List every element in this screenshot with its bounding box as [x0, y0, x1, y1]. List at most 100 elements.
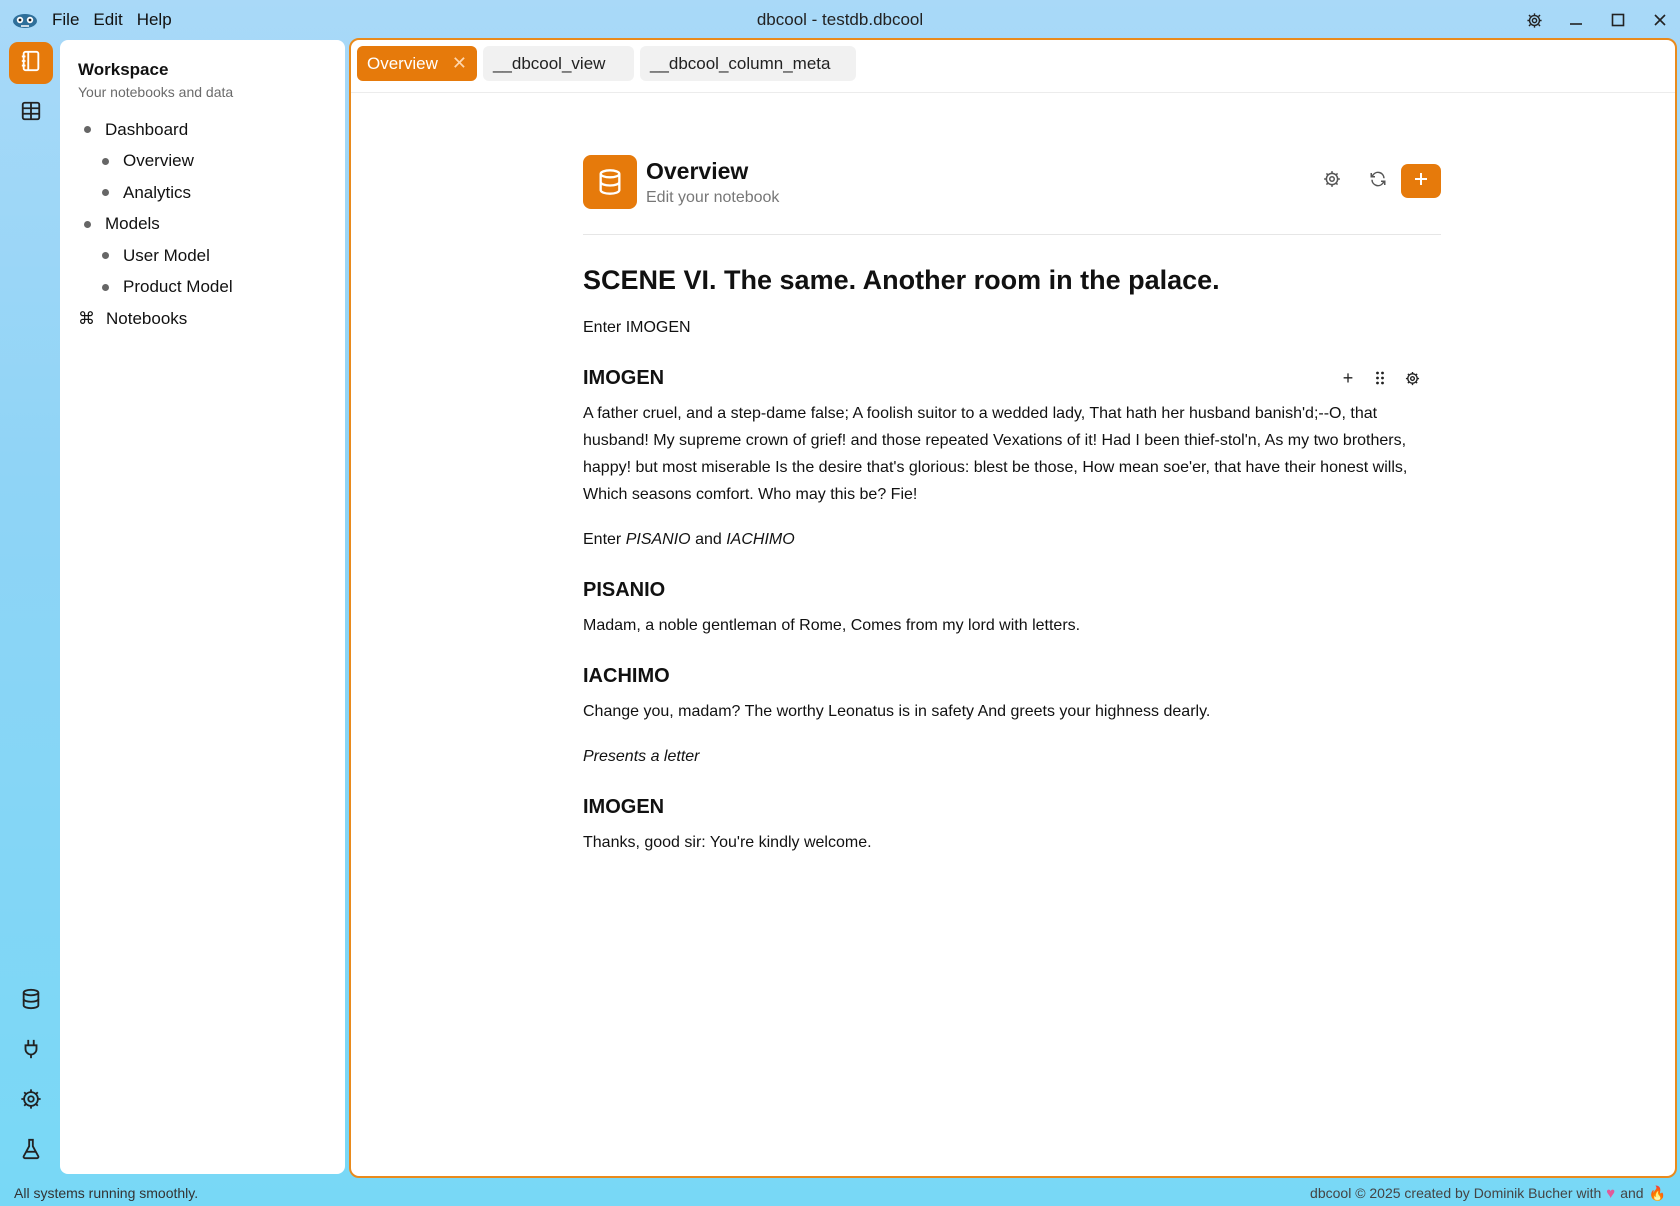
tables-button[interactable] — [9, 92, 53, 134]
tab-dbcool-view[interactable]: __dbcool_view — [482, 46, 634, 81]
table-icon — [20, 100, 42, 127]
maximize-icon[interactable] — [1608, 10, 1628, 30]
command-icon: ⌘ — [78, 308, 95, 328]
speech-text[interactable]: Thanks, good sir: You're kindly welcome. — [583, 829, 1441, 856]
close-tab-icon[interactable]: ✕ — [452, 53, 467, 74]
status-bar: All systems running smoothly. dbcool © 2… — [0, 1180, 1680, 1206]
database-icon — [583, 155, 637, 209]
status-message: All systems running smoothly. — [14, 1185, 199, 1201]
credits-text: dbcool © 2025 created by Dominik Bucher … — [1310, 1185, 1602, 1201]
sidebar-item-label: Overview — [123, 151, 194, 171]
workspace-tree: Dashboard Overview Analytics Models User… — [78, 114, 327, 335]
bullet-icon — [84, 126, 91, 134]
speaker-heading[interactable]: PISANIO — [583, 579, 1441, 602]
sidebar-item-models[interactable]: Models — [78, 209, 327, 241]
database-icon — [20, 988, 42, 1015]
sidebar-item-product-model[interactable]: Product Model — [78, 272, 327, 304]
block-toolbar: + — [1339, 368, 1421, 388]
plus-icon[interactable]: + — [1339, 368, 1357, 388]
notebook-title: Overview — [646, 157, 749, 184]
notebook-header: Overview Edit your notebook — [583, 154, 1441, 210]
notebook-icon — [20, 50, 42, 77]
speech-text[interactable]: A father cruel, and a step-dame false; A… — [583, 400, 1441, 508]
stage-name: IACHIMO — [726, 531, 795, 548]
stage-text: Enter — [583, 531, 622, 548]
tab-label: __dbcool_column_meta — [649, 53, 831, 73]
app-logo-icon — [10, 9, 40, 31]
bullet-icon — [84, 220, 91, 228]
add-block-button[interactable] — [1401, 164, 1441, 198]
stage-direction[interactable]: Presents a letter — [583, 743, 1441, 770]
bullet-icon — [102, 283, 109, 291]
sidebar-item-label: Notebooks — [106, 308, 188, 328]
sidebar-title: Workspace — [78, 60, 169, 79]
connections-button[interactable] — [9, 1030, 53, 1072]
drag-handle-icon[interactable] — [1371, 369, 1389, 387]
plus-icon — [1413, 171, 1429, 192]
menu-help[interactable]: Help — [137, 10, 172, 30]
header-divider — [583, 234, 1441, 235]
sidebar-item-label: Product Model — [123, 277, 233, 297]
title-bar: File Edit Help — [0, 0, 1680, 40]
heart-icon: ♥ — [1606, 1184, 1616, 1202]
tab-label: Overview — [367, 53, 438, 73]
tab-bar: Overview ✕ __dbcool_view __dbcool_column… — [357, 46, 856, 81]
sidebar-item-overview[interactable]: Overview — [78, 146, 327, 178]
tab-dbcool-column-meta[interactable]: __dbcool_column_meta — [639, 46, 856, 81]
notebook-settings-button[interactable] — [1309, 164, 1355, 198]
speaker-heading[interactable]: IMOGEN — [583, 367, 1441, 390]
settings-button[interactable] — [9, 1080, 53, 1122]
window-controls — [1524, 0, 1670, 40]
notebook-subtitle: Edit your notebook — [646, 188, 780, 206]
activity-bar — [0, 40, 60, 1174]
fire-icon: 🔥 — [1648, 1184, 1666, 1201]
minimize-icon[interactable] — [1566, 10, 1586, 30]
speaker-heading[interactable]: IMOGEN — [583, 796, 1441, 819]
sidebar-item-label: Analytics — [123, 182, 192, 202]
sidebar-subtitle: Your notebooks and data — [78, 84, 234, 100]
bullet-icon — [102, 157, 109, 165]
settings-gear-icon[interactable] — [1524, 10, 1544, 30]
flask-icon — [20, 1138, 42, 1165]
scene-heading[interactable]: SCENE VI. The same. Another room in the … — [583, 265, 1441, 296]
tab-overview[interactable]: Overview ✕ — [357, 46, 477, 81]
refresh-icon — [1369, 170, 1387, 193]
database-button[interactable] — [9, 980, 53, 1022]
gear-icon — [1323, 170, 1341, 193]
plug-icon — [20, 1038, 42, 1065]
stage-direction[interactable]: Enter PISANIO and IACHIMO — [583, 526, 1441, 553]
gear-icon[interactable] — [1403, 369, 1421, 387]
notebook-button[interactable] — [9, 42, 53, 84]
speech-text[interactable]: Change you, madam? The worthy Leonatus i… — [583, 698, 1441, 725]
tab-label: __dbcool_view — [492, 53, 606, 73]
menu-edit[interactable]: Edit — [93, 10, 122, 30]
main-panel: Overview ✕ __dbcool_view __dbcool_column… — [349, 38, 1677, 1178]
sidebar-item-dashboard[interactable]: Dashboard — [78, 114, 327, 146]
speech-block: IMOGEN + — [583, 367, 1441, 390]
credits: dbcool © 2025 created by Dominik Bucher … — [1310, 1185, 1666, 1202]
credits-and: and — [1620, 1185, 1644, 1201]
notebook-document: Overview Edit your notebook SCENE VI. Th… — [583, 154, 1441, 856]
bullet-icon — [102, 189, 109, 197]
sidebar-item-analytics[interactable]: Analytics — [78, 177, 327, 209]
gear-icon — [20, 1088, 42, 1115]
sidebar-item-label: Models — [105, 214, 160, 234]
tab-divider — [351, 92, 1675, 93]
speaker-heading[interactable]: IACHIMO — [583, 665, 1441, 688]
close-icon[interactable] — [1650, 10, 1670, 30]
sidebar-item-notebooks[interactable]: ⌘ Notebooks — [78, 303, 327, 335]
sidebar-item-label: User Model — [123, 245, 210, 265]
sidebar-item-user-model[interactable]: User Model — [78, 240, 327, 272]
refresh-button[interactable] — [1355, 164, 1401, 198]
menu-bar: File Edit Help — [52, 10, 172, 30]
bullet-icon — [102, 252, 109, 260]
stage-text: and — [695, 531, 722, 548]
stage-name: PISANIO — [625, 531, 691, 548]
sidebar-item-label: Dashboard — [105, 119, 189, 139]
experiments-button[interactable] — [9, 1130, 53, 1172]
speech-text[interactable]: Madam, a noble gentleman of Rome, Comes … — [583, 612, 1441, 639]
menu-file[interactable]: File — [52, 10, 79, 30]
notebook-actions — [1309, 164, 1441, 198]
stage-direction[interactable]: Enter IMOGEN — [583, 314, 1441, 341]
workspace-sidebar: Workspace Your notebooks and data Dashbo… — [60, 40, 345, 1174]
